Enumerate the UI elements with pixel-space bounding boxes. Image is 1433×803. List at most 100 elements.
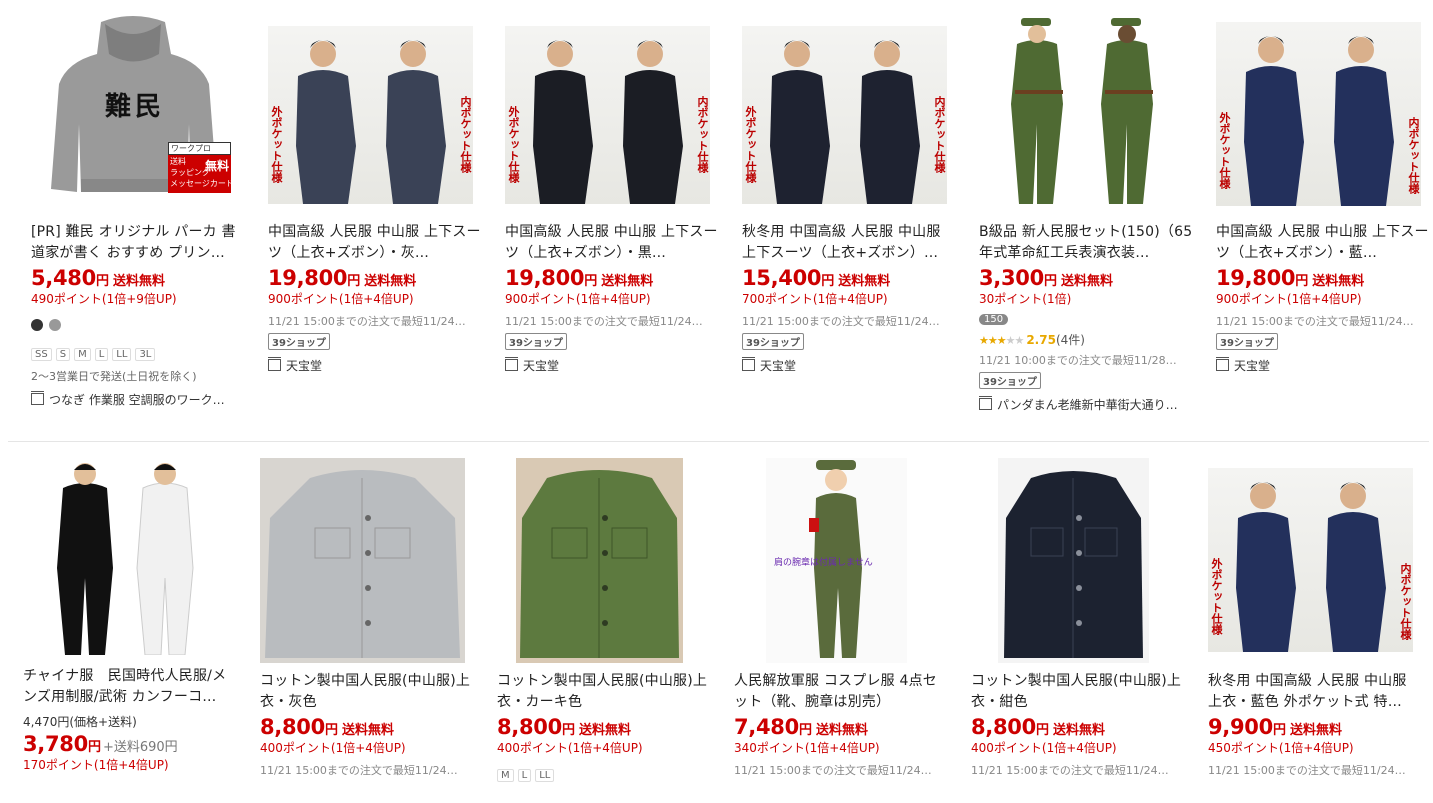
yen: 円: [1295, 274, 1309, 289]
swatch-gray[interactable]: [49, 319, 61, 331]
product-card[interactable]: コットン製中国人民服(中山服)上衣・紺色 8,800円 送料無料 400ポイント(…: [960, 458, 1197, 782]
price: 19,800: [505, 266, 585, 290]
product-image[interactable]: 外ポケット仕様 内ポケット仕様: [505, 26, 710, 204]
product-title[interactable]: チャイナ服 民国時代人民服/メンズ用制服/武術 カンフーコ…: [23, 666, 237, 708]
product-image[interactable]: 難民 ワークプロ 送料 ラッピング メッセージカード 無料: [31, 14, 236, 211]
price-line: 8,800円 送料無料: [497, 715, 711, 739]
product-card[interactable]: 外ポケット仕様 内ポケット仕様 秋冬用 中国高級 人民服 中山服 上衣・藍色 外…: [1197, 458, 1433, 782]
product-title[interactable]: 中国高級 人民服 中山服 上下スーツ（上衣+ズボン）・黒…: [505, 222, 719, 264]
price: 8,800: [260, 715, 325, 739]
suit-models-icon: [533, 40, 683, 204]
yen: 円: [324, 723, 338, 738]
product-card[interactable]: 肩の腕章は付属しません 人民解放軍服 コスプレ服 4点セット（靴、腕章は別売） …: [723, 458, 960, 782]
china-suit-icon: [57, 463, 194, 655]
shop-icon: [979, 396, 992, 410]
price: 19,800: [1216, 266, 1296, 290]
shop-39-tag: 39ショップ: [742, 333, 804, 350]
price-line: 19,800円 送料無料: [1216, 266, 1430, 290]
product-card[interactable]: 外ポケット仕様 内ポケット仕様 秋冬用 中国高級 人民服 中山服 上下スーツ（上…: [731, 14, 968, 441]
price: 3,300: [979, 266, 1044, 290]
rating[interactable]: ★★★★★ 2.75(4件): [979, 329, 1193, 348]
points: 900ポイント(1倍+4倍UP): [505, 292, 651, 306]
shop-link[interactable]: つなぎ 作業服 空調服のワーク…: [31, 391, 236, 408]
price-line: 15,400円 送料無料: [742, 266, 956, 290]
product-card[interactable]: B級品 新人民服セット(150)（65年式革命紅工兵表演衣装… 3,300円 送料…: [968, 14, 1205, 441]
price: 9,900: [1208, 715, 1273, 739]
product-title[interactable]: コットン製中国人民服(中山服)上衣・灰色: [260, 671, 474, 713]
yen: 円: [1043, 274, 1057, 289]
product-title[interactable]: コットン製中国人民服(中山服)上衣・カーキ色: [497, 671, 711, 713]
product-title[interactable]: 秋冬用 中国高級 人民服 中山服 上下スーツ（上衣+ズボン）…: [742, 222, 956, 264]
product-image[interactable]: 肩の腕章は付属しません: [734, 458, 939, 663]
free-shipping: 送料無料: [112, 274, 165, 289]
points: 400ポイント(1倍+4倍UP): [497, 741, 643, 755]
product-image[interactable]: 外ポケット仕様 内ポケット仕様: [268, 26, 473, 204]
product-title[interactable]: [PR] 難民 オリジナル パーカ 書道家が書く おすすめ プリン…: [31, 222, 245, 264]
product-title[interactable]: 秋冬用 中国高級 人民服 中山服 上衣・藍色 外ポケット式 特…: [1208, 671, 1422, 713]
shop-39-tag: 39ショップ: [979, 372, 1041, 389]
yen: 円: [798, 723, 812, 738]
shop-name: 天宝堂: [1234, 359, 1271, 373]
product-row-1: 難民 ワークプロ 送料 ラッピング メッセージカード 無料 [PR] 難民 オリ…: [8, 0, 1429, 442]
product-title[interactable]: 人民解放軍服 コスプレ服 4点セット（靴、腕章は別売）: [734, 671, 948, 713]
product-card[interactable]: 外ポケット仕様 内ポケット仕様 中国高級 人民服 中山服 上下スーツ（上衣+ズボ…: [257, 14, 494, 441]
product-title[interactable]: コットン製中国人民服(中山服)上衣・紺色: [971, 671, 1185, 713]
price-line: 19,800円 送料無料: [268, 266, 482, 290]
product-image[interactable]: [260, 458, 465, 663]
product-image[interactable]: [971, 458, 1176, 663]
shop-link[interactable]: 天宝堂: [1216, 357, 1421, 374]
size-chip: 3L: [135, 348, 156, 361]
price-line: 8,800円 送料無料: [971, 715, 1185, 739]
product-title[interactable]: 中国高級 人民服 中山服 上下スーツ（上衣+ズボン）・灰…: [268, 222, 482, 264]
shop-link[interactable]: 天宝堂: [505, 357, 710, 374]
swatch-black[interactable]: [31, 319, 43, 331]
price: 15,400: [742, 266, 822, 290]
outer-pocket-text: 外ポケット仕様: [1210, 558, 1223, 635]
product-image[interactable]: 外ポケット仕様 内ポケット仕様: [1208, 468, 1413, 652]
shop-link[interactable]: パンダまん老維新中華街大通り…: [979, 396, 1184, 413]
shop-39-tag: 39ショップ: [505, 333, 567, 350]
inner-pocket-text: 内ポケット仕様: [1407, 117, 1420, 194]
product-title[interactable]: B級品 新人民服セット(150)（65年式革命紅工兵表演衣装…: [979, 222, 1193, 264]
points: 700ポイント(1倍+4倍UP): [742, 292, 888, 306]
badge-msg-label: メッセージカード: [170, 179, 234, 188]
size-chip: LL: [112, 348, 132, 361]
shipping-note: 2〜3営業日で発送(土日祝を除く): [31, 370, 197, 383]
free-shipping: 送料無料: [1312, 274, 1365, 289]
product-card[interactable]: コットン製中国人民服(中山服)上衣・カーキ色 8,800円 送料無料 400ポイン…: [486, 458, 723, 782]
product-card[interactable]: チャイナ服 民国時代人民服/メンズ用制服/武術 カンフーコ… 4,470円(価格…: [12, 458, 249, 782]
points: 900ポイント(1倍+4倍UP): [1216, 292, 1362, 306]
size-chip: M: [74, 348, 91, 361]
yen: 円: [584, 274, 598, 289]
product-image[interactable]: [979, 14, 1184, 211]
shop-link[interactable]: 天宝堂: [742, 357, 947, 374]
price: 3,780: [23, 732, 88, 756]
size-chip: L: [517, 769, 532, 782]
points: 340ポイント(1倍+4倍UP): [734, 741, 880, 755]
size-badge: 150: [979, 314, 1009, 325]
price: 19,800: [268, 266, 348, 290]
price-line: 3,780円 +送料690円: [23, 732, 237, 756]
shop-name: 天宝堂: [760, 359, 797, 373]
free-shipping: 送料無料: [815, 723, 868, 738]
delivery-info: 11/21 15:00までの注文で最短11/24…: [971, 764, 1169, 777]
delivery-info: 11/21 15:00までの注文で最短11/24…: [1208, 764, 1406, 777]
free-shipping: 送料無料: [838, 274, 891, 289]
hoodie-print-text: 難民: [105, 92, 166, 122]
suit-models-icon: [1236, 482, 1386, 652]
shop-icon: [505, 357, 518, 371]
product-card[interactable]: 難民 ワークプロ 送料 ラッピング メッセージカード 無料 [PR] 難民 オリ…: [20, 14, 257, 441]
product-image[interactable]: [23, 458, 228, 655]
shop-icon: [1216, 357, 1229, 371]
product-card[interactable]: コットン製中国人民服(中山服)上衣・灰色 8,800円 送料無料 400ポイント(…: [249, 458, 486, 782]
product-title[interactable]: 中国高級 人民服 中山服 上下スーツ（上衣+ズボン）・藍…: [1216, 222, 1430, 264]
yen: 円: [347, 274, 361, 289]
product-image[interactable]: 外ポケット仕様 内ポケット仕様: [1216, 22, 1421, 206]
shop-link[interactable]: 天宝堂: [268, 357, 473, 374]
product-card[interactable]: 外ポケット仕様 内ポケット仕様 中国高級 人民服 中山服 上下スーツ（上衣+ズボ…: [494, 14, 731, 441]
size-chip: L: [94, 348, 109, 361]
product-image[interactable]: [497, 458, 702, 663]
product-image[interactable]: 外ポケット仕様 内ポケット仕様: [742, 26, 947, 204]
inner-pocket-text: 内ポケット仕様: [933, 96, 946, 173]
product-card[interactable]: 外ポケット仕様 内ポケット仕様 中国高級 人民服 中山服 上下スーツ（上衣+ズボ…: [1205, 14, 1433, 441]
